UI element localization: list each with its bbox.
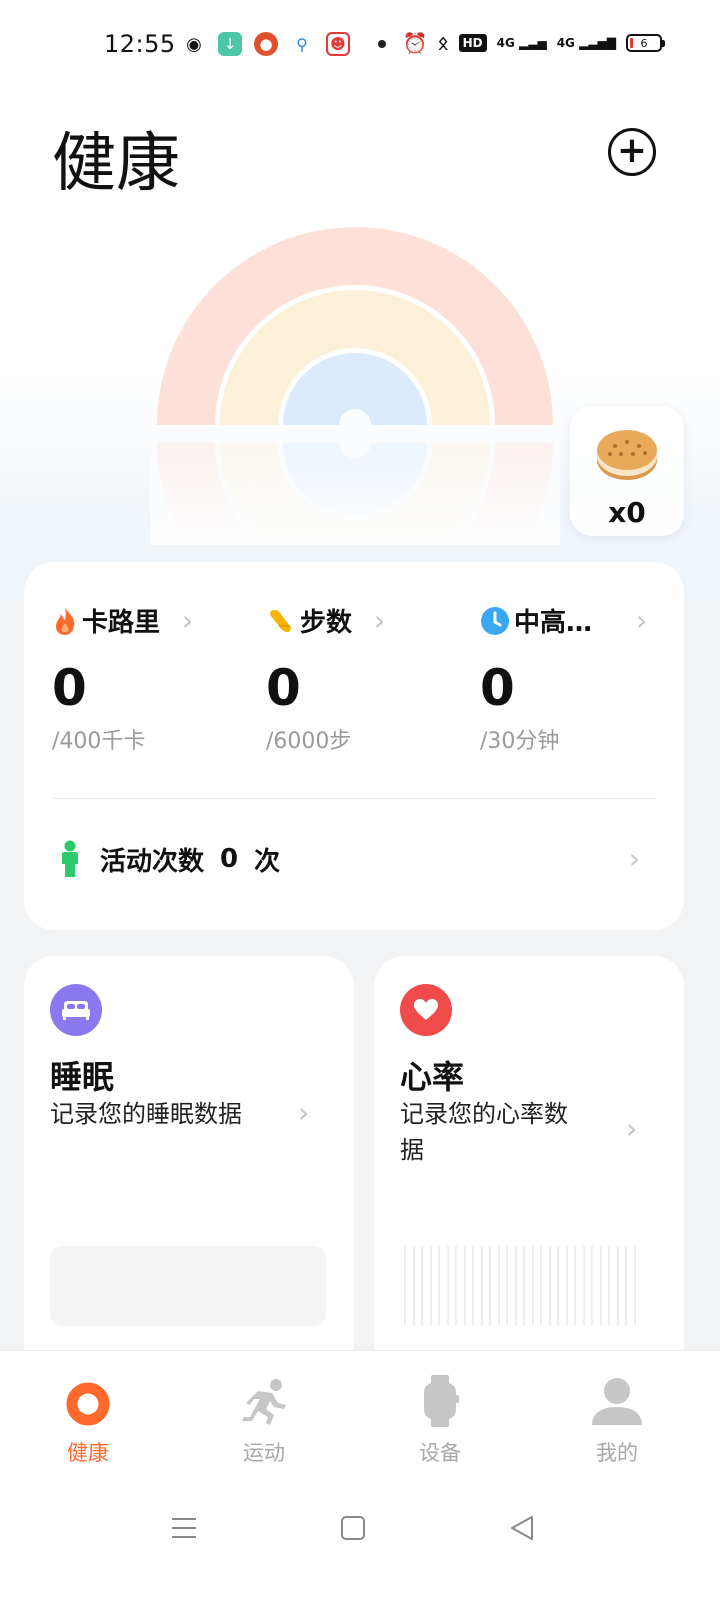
shoe-icon xyxy=(270,609,291,632)
activity-rings-rainbow[interactable] xyxy=(150,225,560,545)
activity-card: 卡路里 › 0 /400千卡 步数 › 0 /6000步 中高… › 0 /30… xyxy=(24,562,684,930)
profile-icon xyxy=(592,1378,642,1425)
bed-icon xyxy=(62,1001,90,1020)
heart-icon xyxy=(414,999,438,1020)
nav-tab-health[interactable]: 健康 xyxy=(28,1373,148,1467)
sleep-chart-placeholder xyxy=(50,1246,326,1326)
metric-goal: /30分钟 xyxy=(480,729,560,754)
heart-desc: 记录您的心率数 据 xyxy=(400,1100,568,1164)
activity-sessions-row[interactable]: 活动次数 0 次 xyxy=(56,840,280,878)
sessions-unit: 次 xyxy=(254,846,281,877)
chevron-right-icon: › xyxy=(628,842,640,875)
nav-tab-device[interactable]: 设备 xyxy=(380,1373,500,1467)
clown-app-icon: ☻ xyxy=(326,32,350,56)
sleep-card[interactable]: 睡眠 记录您的睡眠数据 › xyxy=(24,956,354,1376)
status-bar: 12:55 ◉ ↓ ● ⚲ ☻ ⏰ ᛟ HD 4G ▂▃▅ 4G ▂▃▅▇ 6 xyxy=(0,0,720,90)
home-icon[interactable] xyxy=(333,1508,373,1548)
chevron-right-icon: › xyxy=(636,604,648,637)
metric-intensity[interactable]: 中高… › 0 /30分钟 xyxy=(480,602,680,755)
chevron-right-icon: › xyxy=(182,604,194,637)
metric-label: 步数 xyxy=(300,608,353,638)
add-button[interactable]: + xyxy=(608,128,656,176)
reward-count: x0 xyxy=(608,496,646,529)
cookie-icon xyxy=(597,430,657,480)
metric-steps[interactable]: 步数 › 0 /6000步 xyxy=(266,602,456,755)
metric-value: 0 xyxy=(52,659,87,717)
chevron-right-icon: › xyxy=(374,604,386,637)
metric-label: 中高… xyxy=(514,608,593,638)
metric-value: 0 xyxy=(480,659,515,717)
menu-icon[interactable] xyxy=(164,1508,204,1548)
divider xyxy=(52,798,656,799)
wechat-icon: ◉ xyxy=(186,33,202,55)
signal-icon-1: 4G ▂▃▅ xyxy=(496,36,547,50)
metric-goal: /400千卡 xyxy=(52,729,146,754)
page-title: 健康 xyxy=(52,127,180,201)
app-icon-red: ● xyxy=(254,32,278,56)
metric-label: 卡路里 xyxy=(82,608,161,638)
sleep-icon-circle xyxy=(50,984,102,1036)
status-time: 12:55 xyxy=(104,30,176,58)
back-icon[interactable] xyxy=(502,1508,542,1548)
heart-icon-circle xyxy=(400,984,452,1036)
flame-icon xyxy=(56,606,75,635)
battery-icon: 6 xyxy=(626,34,665,52)
more-notifications-dot xyxy=(378,40,386,48)
nav-label: 健康 xyxy=(67,1441,109,1465)
nav-label: 我的 xyxy=(596,1441,638,1465)
watch-icon xyxy=(424,1375,459,1427)
search-app-icon: ⚲ xyxy=(296,34,308,54)
plus-icon: + xyxy=(616,129,648,171)
chevron-right-icon: › xyxy=(626,1112,638,1145)
running-icon xyxy=(242,1379,286,1425)
signal-icon-2: 4G ▂▃▅▇ xyxy=(556,36,616,50)
notification-icons: ◉ ↓ ● ⚲ ☻ xyxy=(182,32,386,56)
reward-badge[interactable]: x0 xyxy=(570,406,684,536)
nav-label: 运动 xyxy=(243,1441,285,1465)
metric-calories[interactable]: 卡路里 › 0 /400千卡 xyxy=(52,602,242,755)
heart-rate-card[interactable]: 心率 记录您的心率数 据 › xyxy=(374,956,684,1376)
sessions-count: 0 xyxy=(220,844,239,874)
system-icons: ⏰ ᛟ HD 4G ▂▃▅ 4G ▂▃▅▇ 6 xyxy=(402,31,665,55)
nav-tab-me[interactable]: 我的 xyxy=(557,1373,677,1467)
health-ring-icon xyxy=(66,1382,110,1426)
metric-goal: /6000步 xyxy=(266,729,352,754)
download-icon: ↓ xyxy=(218,32,242,56)
chevron-right-icon: › xyxy=(298,1096,310,1129)
nav-tab-exercise[interactable]: 运动 xyxy=(204,1373,324,1467)
bottom-navigation: 健康 运动 设备 我的 xyxy=(0,1350,720,1600)
person-icon xyxy=(62,840,78,877)
sleep-desc: 记录您的睡眠数据 xyxy=(50,1100,242,1128)
metric-value: 0 xyxy=(266,659,301,717)
sleep-title: 睡眠 xyxy=(50,1058,115,1096)
hd-badge: HD xyxy=(458,34,487,52)
alarm-icon: ⏰ xyxy=(402,31,428,55)
heart-title: 心率 xyxy=(400,1058,465,1096)
nav-label: 设备 xyxy=(419,1441,461,1465)
clock-icon xyxy=(481,606,509,635)
sessions-label: 活动次数 xyxy=(100,846,205,877)
system-navigation-bar xyxy=(0,1508,720,1548)
bluetooth-icon: ᛟ xyxy=(437,32,449,54)
heart-rate-chart-placeholder xyxy=(404,1246,654,1326)
